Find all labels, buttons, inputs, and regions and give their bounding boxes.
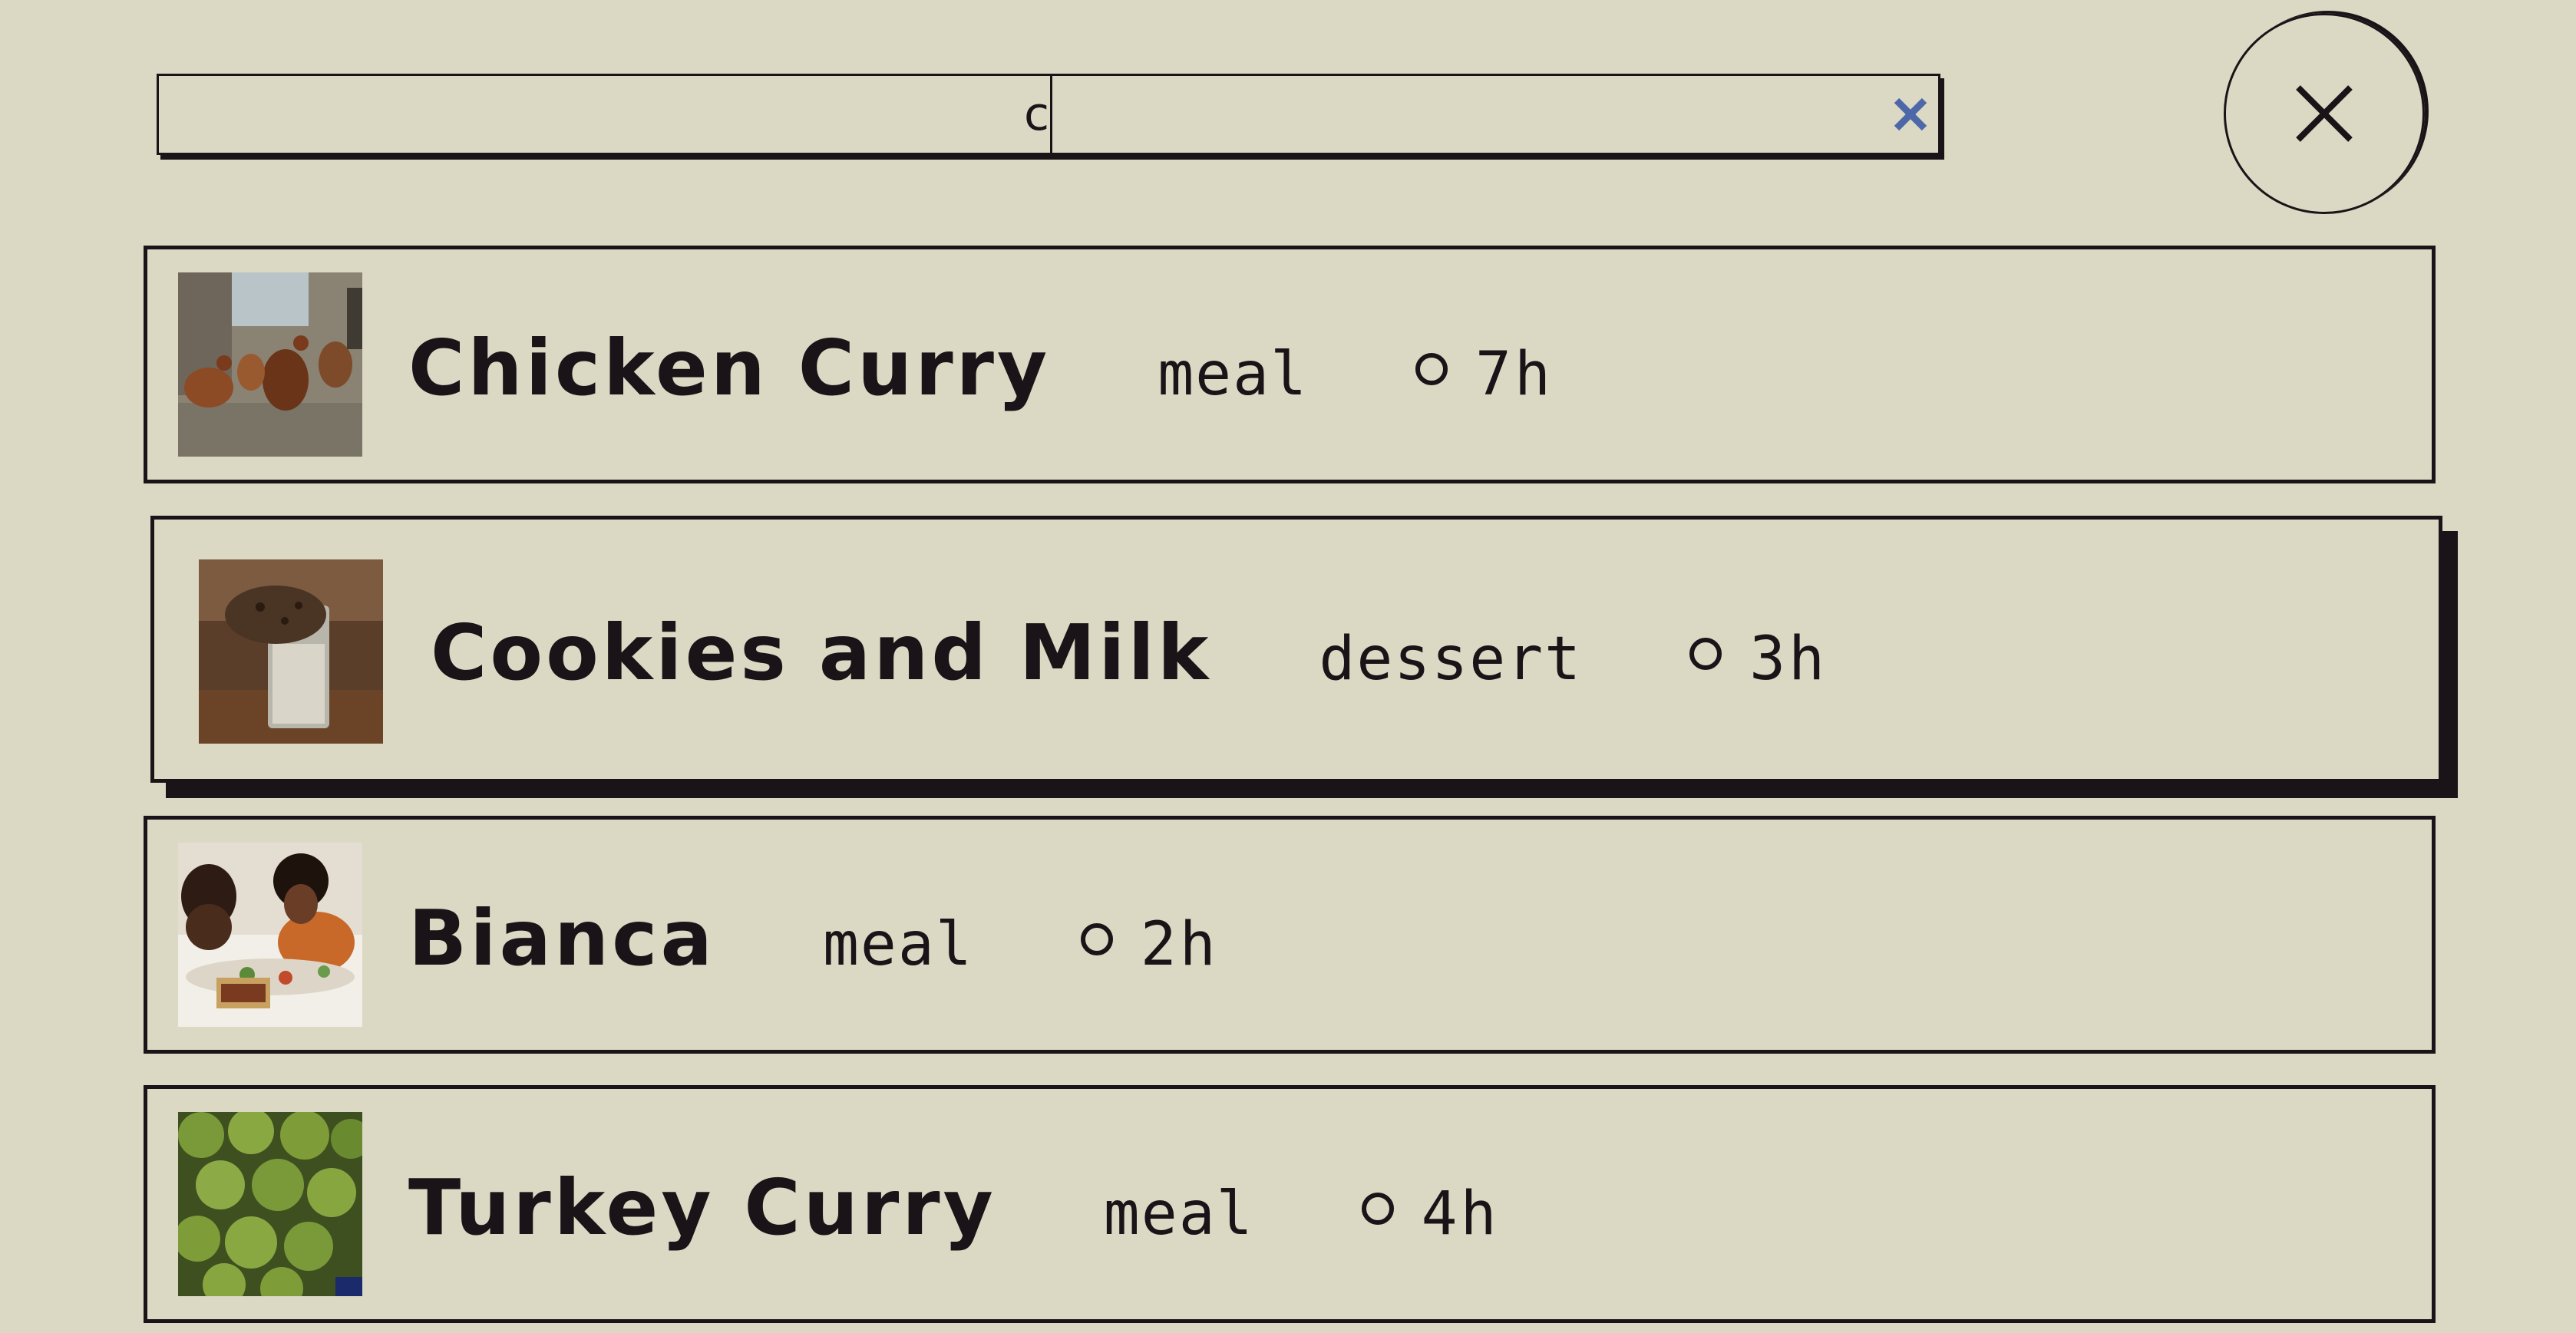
- recipe-title: Chicken Curry meal 7h: [408, 249, 1554, 487]
- recipe-title-text: Cookies and Milk: [431, 608, 1212, 698]
- recipe-thumbnail: [178, 272, 362, 457]
- recipe-category: meal: [1158, 340, 1309, 409]
- recipe-title-text: Bianca: [408, 893, 715, 983]
- close-x-icon: [1894, 97, 1927, 131]
- recipe-title-text: Turkey Curry: [408, 1163, 996, 1252]
- result-card[interactable]: Bianca meal 2h: [144, 816, 2436, 1054]
- recipe-title: Turkey Curry meal 4h: [408, 1089, 1500, 1327]
- recipe-duration: 2h: [1140, 910, 1219, 979]
- recipe-category: meal: [1103, 1180, 1254, 1249]
- result-card[interactable]: Chicken Curry meal 7h: [144, 246, 2436, 483]
- result-card-selected[interactable]: Cookies and Milk dessert 3h: [150, 516, 2442, 783]
- close-search-button[interactable]: [2224, 13, 2425, 214]
- text-cursor: [1050, 76, 1052, 153]
- recipe-duration: 4h: [1421, 1180, 1500, 1249]
- recipe-title: Cookies and Milk dessert 3h: [431, 520, 1828, 787]
- clock-icon: [1361, 1192, 1394, 1225]
- recipe-thumbnail: [178, 843, 362, 1027]
- recipe-category: meal: [822, 910, 973, 979]
- clock-icon: [1080, 922, 1113, 955]
- search-value: c: [1024, 87, 1049, 141]
- clear-search-button[interactable]: [1892, 96, 1929, 133]
- recipe-category: dessert: [1319, 625, 1583, 694]
- recipe-title: Bianca meal 2h: [408, 820, 1219, 1057]
- recipe-duration: 7h: [1475, 340, 1554, 409]
- clock-icon: [1689, 637, 1722, 670]
- result-card[interactable]: Turkey Curry meal 4h: [144, 1085, 2436, 1323]
- clock-icon: [1415, 352, 1448, 385]
- recipe-title-text: Chicken Curry: [408, 323, 1051, 413]
- recipe-thumbnail: [178, 1112, 362, 1296]
- recipe-thumbnail: [199, 559, 383, 744]
- close-icon: [2296, 85, 2353, 142]
- search-input[interactable]: c: [157, 74, 1940, 155]
- recipe-duration: 3h: [1749, 625, 1828, 694]
